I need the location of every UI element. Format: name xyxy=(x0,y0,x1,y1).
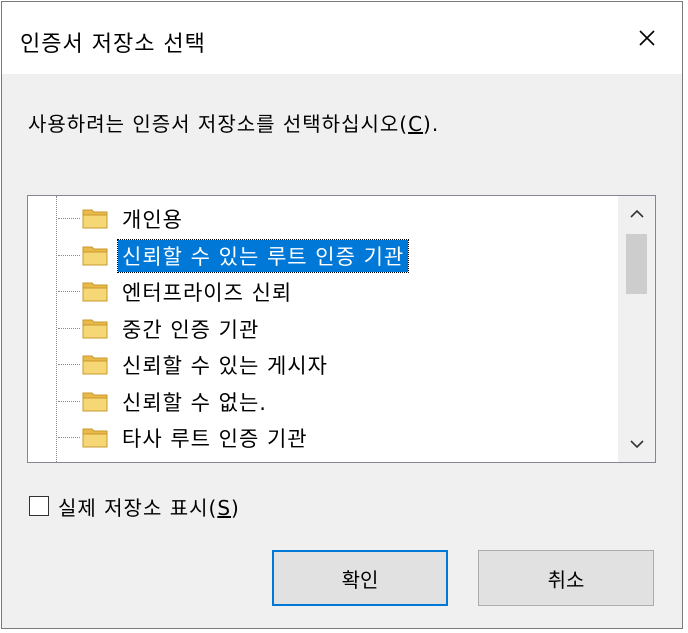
scroll-thumb[interactable] xyxy=(626,234,647,294)
vertical-scrollbar[interactable] xyxy=(618,196,655,462)
folder-icon xyxy=(82,209,108,229)
tree-connector-branch xyxy=(58,364,80,365)
chevron-up-icon xyxy=(629,209,644,218)
checkbox-accel-key: S xyxy=(217,495,232,520)
folder-icon xyxy=(82,428,108,448)
tree-item-label: 중간 인증 기관 xyxy=(122,317,260,342)
show-physical-stores-option[interactable]: 실제 저장소 표시(S) xyxy=(29,492,240,520)
tree-connector-branch xyxy=(58,254,80,256)
checkbox-label-suffix: ) xyxy=(231,495,240,520)
ok-button[interactable]: 확인 xyxy=(272,550,448,606)
tree-item[interactable]: 타사 루트 인증 기관 xyxy=(28,419,618,455)
dialog-title: 인증서 저장소 선택 xyxy=(20,32,206,57)
tree-item[interactable]: 신뢰할 수 있는 루트 인증 기관 xyxy=(28,237,618,273)
tree-connector-branch xyxy=(58,327,80,329)
certificate-store-tree[interactable]: 개인용신뢰할 수 있는 루트 인증 기관엔터프라이즈 신뢰중간 인증 기관신뢰할… xyxy=(27,195,656,463)
tree-item[interactable]: 신뢰할 수 없는. xyxy=(28,383,618,419)
tree-items: 개인용신뢰할 수 있는 루트 인증 기관엔터프라이즈 신뢰중간 인증 기관신뢰할… xyxy=(28,196,618,462)
tree-item[interactable]: 신뢰할 수 있는 게시자 xyxy=(28,346,618,382)
chevron-down-icon xyxy=(629,440,644,449)
checkbox-label-main: 실제 저장소 표시( xyxy=(58,495,218,520)
folder-icon xyxy=(82,282,108,302)
scroll-down-button[interactable] xyxy=(618,426,655,462)
instruction-main: 사용하려는 인증서 저장소를 선택하십시오( xyxy=(28,112,409,136)
cancel-button[interactable]: 취소 xyxy=(478,550,654,606)
instruction-accel-key: C xyxy=(408,112,424,136)
folder-icon xyxy=(82,319,108,338)
close-icon xyxy=(639,30,655,46)
title-bar: 인증서 저장소 선택 xyxy=(2,2,682,74)
select-certificate-store-dialog: 인증서 저장소 선택 사용하려는 인증서 저장소를 선택하십시오(C). 개인용… xyxy=(1,1,683,629)
scroll-up-button[interactable] xyxy=(618,196,655,232)
tree-item-label: 엔터프라이즈 신뢰 xyxy=(122,281,293,305)
tree-item[interactable]: 중간 인증 기관 xyxy=(28,310,618,346)
tree-item-label: 신뢰할 수 없는. xyxy=(122,390,267,415)
show-physical-stores-checkbox[interactable] xyxy=(29,496,49,516)
instruction-suffix: ). xyxy=(423,112,440,136)
tree-connector-branch xyxy=(58,400,80,402)
folder-icon xyxy=(82,246,108,265)
tree-item[interactable]: 엔터프라이즈 신뢰 xyxy=(28,273,618,309)
tree-item-label: 신뢰할 수 있는 루트 인증 기관 xyxy=(116,238,410,273)
tree-connector-branch xyxy=(58,218,80,219)
tree-connector-branch xyxy=(58,437,80,438)
tree-item-label: 신뢰할 수 있는 게시자 xyxy=(122,354,328,378)
folder-icon xyxy=(82,355,108,375)
tree-item-label: 타사 루트 인증 기관 xyxy=(122,427,308,451)
tree-item-label: 개인용 xyxy=(122,208,183,232)
show-physical-stores-label[interactable]: 실제 저장소 표시(S) xyxy=(58,492,240,521)
instruction-text: 사용하려는 인증서 저장소를 선택하십시오(C). xyxy=(28,108,439,137)
close-button[interactable] xyxy=(612,2,682,74)
tree-item[interactable]: 개인용 xyxy=(28,200,618,236)
tree-connector-branch xyxy=(58,291,80,292)
folder-icon xyxy=(82,392,108,411)
